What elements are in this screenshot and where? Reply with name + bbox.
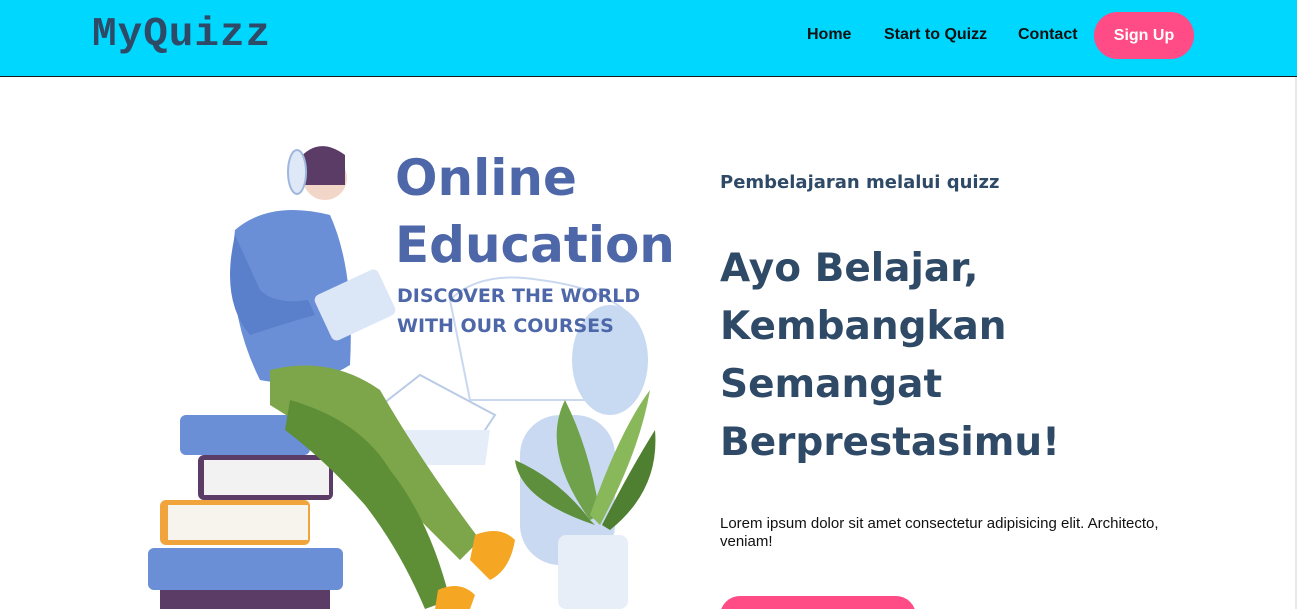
hero-title-line: Ayo Belajar, [720,246,979,291]
hero-title-line: Kembangkan [720,304,1007,349]
illustration-heading-line2: Education [395,216,675,274]
hero-title: Ayo Belajar, Kembangkan Semangat Berpres… [720,240,1120,472]
hero-description: Lorem ipsum dolor sit amet consectetur a… [720,515,1159,550]
nav-link-home[interactable]: Home [807,26,851,44]
site-logo[interactable]: MyQuizz [92,12,271,58]
sign-up-label: Sign Up [1113,27,1175,44]
navbar: MyQuizz Home Start to Quizz Contact Sign… [0,0,1297,77]
illustration-heading-line1: Online [395,149,577,207]
illustration-tagline-line2: WITH OUR COURSES [397,315,614,337]
online-education-illustration: Online Education DISCOVER THE WORLD WITH… [148,146,675,609]
illustration-tagline-line1: DISCOVER THE WORLD [397,285,640,307]
hero-cta-button[interactable] [720,596,916,609]
hero-subtitle: Pembelajaran melalui quizz [720,172,1000,193]
nav-link-start-quizz[interactable]: Start to Quizz [884,26,987,44]
hero-title-line: Semangat [720,362,943,407]
nav-link-contact[interactable]: Contact [1018,26,1078,44]
sign-up-button[interactable]: Sign Up [1094,12,1194,59]
hero-title-line: Berprestasimu! [720,420,1060,465]
